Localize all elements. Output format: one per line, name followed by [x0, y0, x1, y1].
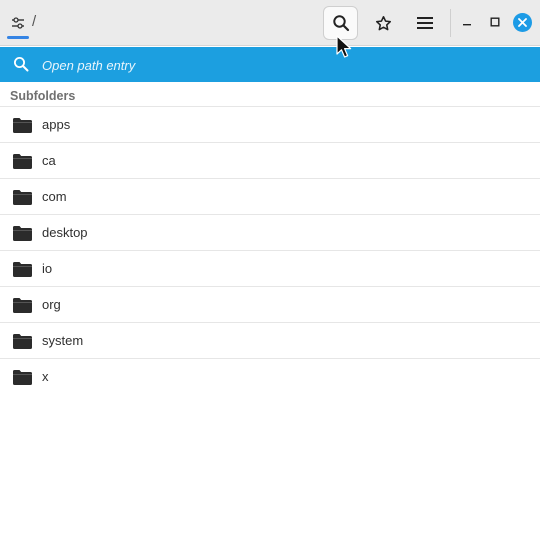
folder-row[interactable]: apps — [0, 107, 540, 143]
folder-name: org — [42, 297, 61, 312]
folder-row[interactable]: org — [0, 287, 540, 323]
path-entry-bar — [0, 47, 540, 82]
settings-button[interactable] — [6, 8, 30, 38]
close-button[interactable] — [513, 13, 532, 32]
folder-icon — [13, 118, 32, 133]
folder-name: apps — [42, 117, 71, 132]
folder-row[interactable]: system — [0, 323, 540, 359]
folder-row[interactable]: desktop — [0, 215, 540, 251]
app-window: / Open path entry Subfolders apps ca com… — [0, 0, 540, 547]
minimize-icon — [463, 24, 471, 26]
folder-row[interactable]: io — [0, 251, 540, 287]
close-icon — [518, 18, 527, 27]
star-icon — [375, 15, 391, 30]
search-toggle-button[interactable] — [323, 6, 358, 40]
folder-icon — [13, 190, 32, 205]
folder-icon — [13, 226, 32, 241]
folder-name: io — [42, 261, 53, 276]
folder-name: com — [42, 189, 67, 204]
subfolders-heading: Subfolders — [10, 89, 76, 103]
minimize-button[interactable] — [456, 11, 478, 33]
main-menu-button[interactable] — [408, 6, 442, 40]
header-bar: / — [0, 0, 540, 46]
sliders-icon — [12, 17, 24, 29]
folder-name: ca — [42, 153, 56, 168]
current-path: / — [32, 13, 37, 30]
folder-row[interactable]: ca — [0, 143, 540, 179]
header-separator — [450, 9, 451, 37]
folder-row[interactable]: com — [0, 179, 540, 215]
folder-name: system — [42, 333, 84, 348]
bookmark-button[interactable] — [366, 6, 400, 40]
search-icon — [332, 15, 349, 32]
hamburger-menu-icon — [417, 17, 433, 29]
folder-name: x — [42, 369, 49, 384]
folder-icon — [13, 262, 32, 277]
folder-name: desktop — [42, 225, 88, 240]
folder-icon — [13, 370, 32, 385]
subfolder-list: apps ca com desktop io org system x — [0, 106, 540, 395]
path-entry-input[interactable] — [42, 56, 522, 74]
folder-row[interactable]: x — [0, 359, 540, 395]
settings-active-indicator — [7, 36, 29, 39]
folder-icon — [13, 154, 32, 169]
maximize-icon — [490, 17, 500, 27]
folder-icon — [13, 334, 32, 349]
search-icon — [14, 57, 29, 72]
maximize-button[interactable] — [484, 11, 506, 33]
folder-icon — [13, 298, 32, 313]
